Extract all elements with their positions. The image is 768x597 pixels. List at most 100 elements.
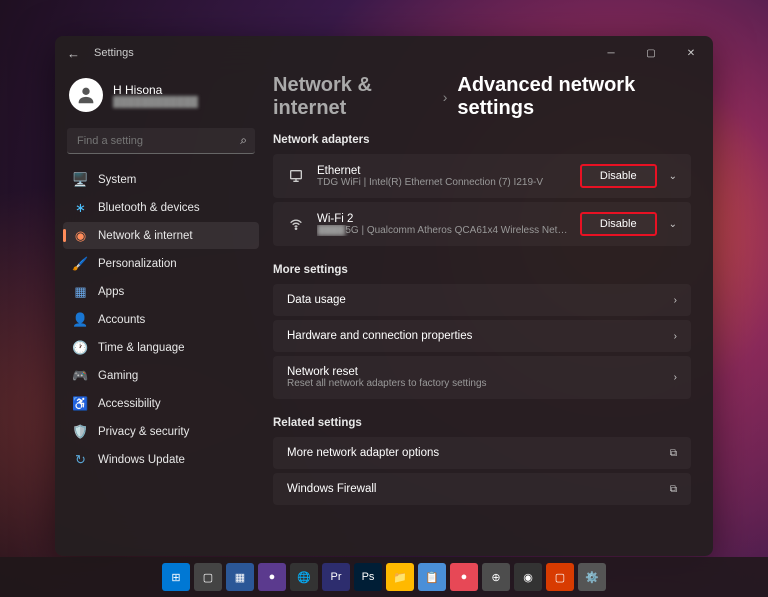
taskbar-icon[interactable]: 📋 [418, 563, 446, 591]
search-icon: ⌕ [240, 133, 247, 148]
adapter-sub: ████5G | Qualcomm Atheros QCA61x4 Wirele… [317, 225, 568, 236]
nav-label: Personalization [98, 258, 177, 270]
settings-card[interactable]: Network resetReset all network adapters … [273, 356, 691, 399]
ethernet-icon [287, 168, 305, 184]
settings-window: ← Settings ─ ▢ ✕ H Hisona ████████████ [55, 36, 713, 556]
section-title-adapters: Network adapters [273, 134, 691, 146]
taskbar-icon[interactable]: ▢ [546, 563, 574, 591]
nav-label: Privacy & security [98, 426, 189, 438]
nav-label: Time & language [98, 342, 185, 354]
sidebar-item-apps[interactable]: ▦ Apps [63, 278, 259, 305]
nav-label: System [98, 174, 136, 186]
external-link-icon: ⧉ [670, 484, 677, 495]
nav-label: Accessibility [98, 398, 161, 410]
nav-label: Windows Update [98, 454, 185, 466]
adapter-sub: TDG WiFi | Intel(R) Ethernet Connection … [317, 177, 568, 188]
taskbar-icon[interactable]: ◉ [514, 563, 542, 591]
related-card[interactable]: More network adapter options ⧉ [273, 437, 691, 469]
sidebar-item-personalization[interactable]: 🖌️ Personalization [63, 250, 259, 277]
nav-label: Network & internet [98, 230, 193, 242]
card-title: More network adapter options [287, 447, 658, 459]
taskbar-icon[interactable]: ● [258, 563, 286, 591]
chevron-right-icon: › [674, 295, 677, 306]
window-title: Settings [94, 47, 134, 59]
nav-icon: 🛡️ [73, 424, 88, 439]
main-content: Network & internet › Advanced network se… [267, 70, 713, 556]
chevron-right-icon: › [674, 331, 677, 342]
profile-email: ████████████ [113, 97, 198, 108]
close-button[interactable]: ✕ [671, 38, 711, 68]
adapter-card[interactable]: Wi-Fi 2████5G | Qualcomm Atheros QCA61x4… [273, 202, 691, 246]
related-card[interactable]: Windows Firewall ⧉ [273, 473, 691, 505]
minimize-button[interactable]: ─ [591, 38, 631, 68]
taskbar-icon[interactable]: 🌐 [290, 563, 318, 591]
nav-label: Accounts [98, 314, 145, 326]
nav-icon: 🕐 [73, 340, 88, 355]
nav-icon: 🖥️ [73, 172, 88, 187]
card-title: Data usage [287, 294, 662, 306]
nav-icon: 🖌️ [73, 256, 88, 271]
section-title-related: Related settings [273, 417, 691, 429]
section-title-more: More settings [273, 264, 691, 276]
breadcrumb: Network & internet › Advanced network se… [273, 74, 691, 120]
taskbar-icon[interactable]: ● [450, 563, 478, 591]
chevron-right-icon: › [443, 89, 448, 105]
card-title: Windows Firewall [287, 483, 658, 495]
nav-icon: ↻ [73, 452, 88, 467]
card-sub: Reset all network adapters to factory se… [287, 378, 662, 389]
nav-icon: 👤 [73, 312, 88, 327]
sidebar-item-accessibility[interactable]: ♿ Accessibility [63, 390, 259, 417]
adapter-card[interactable]: EthernetTDG WiFi | Intel(R) Ethernet Con… [273, 154, 691, 198]
chevron-down-icon[interactable]: ⌄ [669, 171, 677, 182]
nav-label: Apps [98, 286, 124, 298]
taskbar-icon[interactable]: Ps [354, 563, 382, 591]
nav-icon: ♿ [73, 396, 88, 411]
disable-button[interactable]: Disable [580, 212, 657, 236]
settings-card[interactable]: Hardware and connection properties › [273, 320, 691, 352]
external-link-icon: ⧉ [670, 448, 677, 459]
sidebar: H Hisona ████████████ ⌕ 🖥️ System ∗ Bluetoo… [55, 70, 267, 556]
breadcrumb-parent[interactable]: Network & internet [273, 74, 433, 120]
adapter-title: Ethernet [317, 165, 568, 177]
adapter-title: Wi-Fi 2 [317, 213, 568, 225]
chevron-down-icon[interactable]: ⌄ [669, 219, 677, 230]
taskbar-icon[interactable]: ▢ [194, 563, 222, 591]
chevron-right-icon: › [674, 372, 677, 383]
sidebar-item-time-language[interactable]: 🕐 Time & language [63, 334, 259, 361]
disable-button[interactable]: Disable [580, 164, 657, 188]
sidebar-item-windows-update[interactable]: ↻ Windows Update [63, 446, 259, 473]
profile[interactable]: H Hisona ████████████ [63, 70, 259, 126]
card-title: Hardware and connection properties [287, 330, 662, 342]
titlebar: ← Settings ─ ▢ ✕ [55, 36, 713, 70]
sidebar-item-privacy-security[interactable]: 🛡️ Privacy & security [63, 418, 259, 445]
settings-card[interactable]: Data usage › [273, 284, 691, 316]
nav-icon: ∗ [73, 200, 88, 215]
taskbar-icon[interactable]: ⊕ [482, 563, 510, 591]
nav-label: Bluetooth & devices [98, 202, 200, 214]
search-box[interactable]: ⌕ [67, 128, 255, 154]
nav-icon: ▦ [73, 284, 88, 299]
nav-icon: ◉ [73, 228, 88, 243]
avatar [69, 78, 103, 112]
taskbar-icon[interactable]: 📁 [386, 563, 414, 591]
sidebar-item-system[interactable]: 🖥️ System [63, 166, 259, 193]
taskbar-icon[interactable]: ⚙️ [578, 563, 606, 591]
card-title: Network reset [287, 366, 662, 378]
taskbar-icon[interactable]: ▦ [226, 563, 254, 591]
sidebar-item-gaming[interactable]: 🎮 Gaming [63, 362, 259, 389]
nav-icon: 🎮 [73, 368, 88, 383]
taskbar-icon[interactable]: Pr [322, 563, 350, 591]
sidebar-item-bluetooth-devices[interactable]: ∗ Bluetooth & devices [63, 194, 259, 221]
taskbar-icon[interactable]: ⊞ [162, 563, 190, 591]
breadcrumb-current: Advanced network settings [457, 74, 691, 120]
maximize-button[interactable]: ▢ [631, 38, 671, 68]
sidebar-item-network-internet[interactable]: ◉ Network & internet [63, 222, 259, 249]
back-button[interactable]: ← [67, 46, 80, 61]
search-input[interactable] [75, 134, 240, 148]
wifi-icon [287, 216, 305, 232]
taskbar: ⊞▢▦●🌐PrPs📁📋●⊕◉▢⚙️ [0, 557, 768, 597]
nav: 🖥️ System ∗ Bluetooth & devices ◉ Network & i… [63, 166, 259, 473]
profile-name: H Hisona [113, 83, 198, 97]
nav-label: Gaming [98, 370, 138, 382]
sidebar-item-accounts[interactable]: 👤 Accounts [63, 306, 259, 333]
